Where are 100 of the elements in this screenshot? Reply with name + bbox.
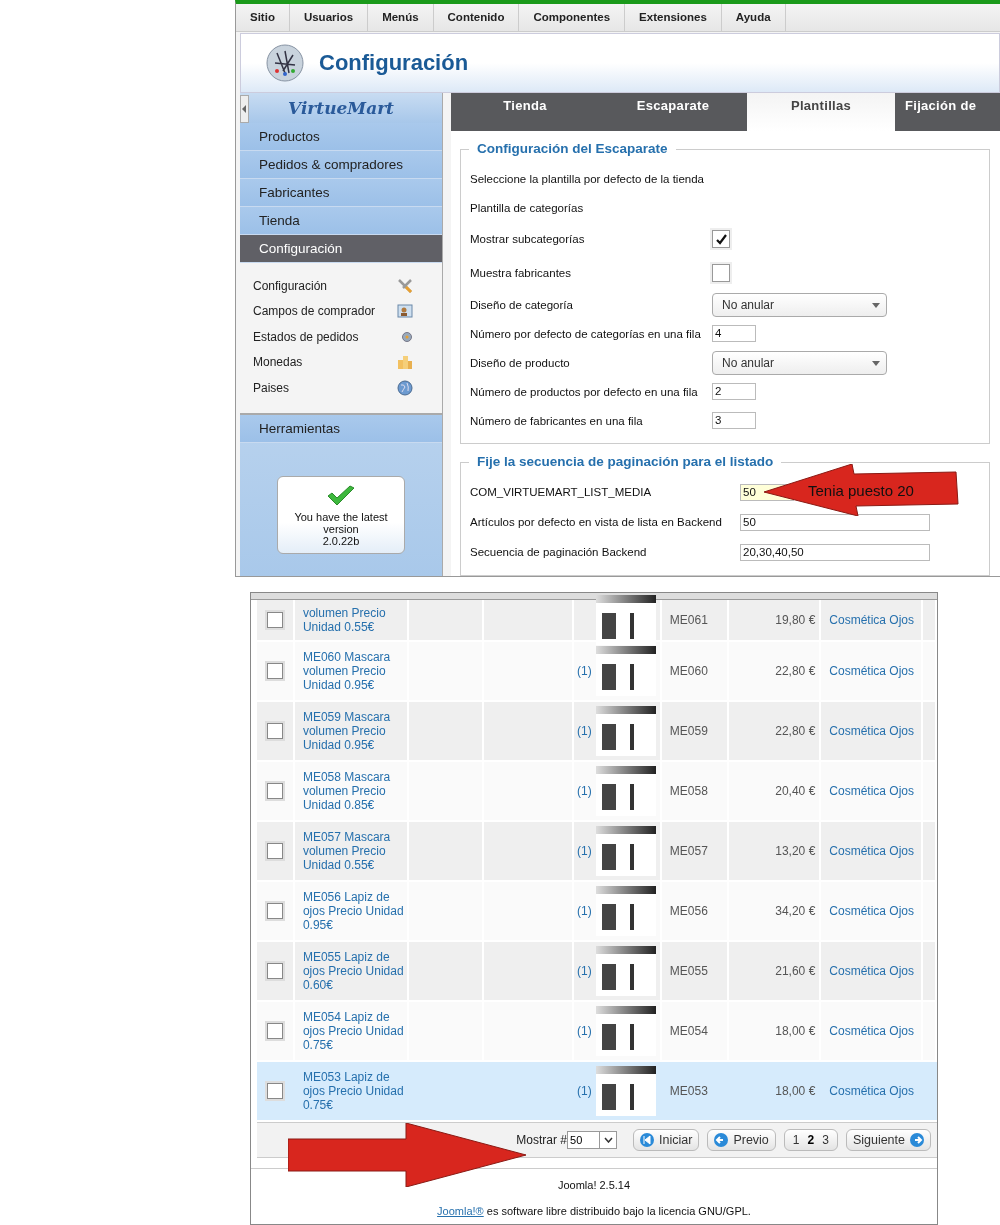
- row-checkbox[interactable]: [266, 1023, 283, 1039]
- tab[interactable]: Tienda: [451, 93, 599, 131]
- tab[interactable]: Plantillas: [747, 93, 895, 131]
- sidebar-link[interactable]: Configuración: [253, 278, 328, 293]
- row-checkbox[interactable]: [266, 612, 283, 628]
- table-row[interactable]: ME054 Lapiz de ojos Precio Unidad 0.75€ (1) ME054 18,00 € Cosmética Ojos: [257, 1002, 937, 1062]
- field-label: Número de fabricantes en una fila: [470, 414, 644, 427]
- row-checkbox[interactable]: [266, 783, 283, 799]
- photo-placeholder: [595, 1006, 656, 1056]
- next-page-button[interactable]: Siguiente: [845, 1129, 931, 1151]
- field-label: COM_VIRTUEMART_LIST_MEDIA: [470, 486, 653, 498]
- input-field[interactable]: 20,30,40,50: [740, 543, 930, 561]
- page-number[interactable]: 2: [807, 1133, 815, 1147]
- version-message: You have the latest version: [293, 510, 389, 535]
- globe-icon: [397, 379, 413, 396]
- table-row[interactable]: ME055 Lapiz de ojos Precio Unidad 0.60€ (1) ME055 21,60 € Cosmética Ojos: [257, 942, 937, 1002]
- media-count-link[interactable]: (1): [577, 784, 592, 798]
- menu-item[interactable]: Usuarios: [289, 4, 369, 31]
- table-row[interactable]: volumen Precio Unidad 0.55€ ME061 19,80 € Cosmética Ojos: [257, 600, 937, 642]
- table-row[interactable]: ME060 Mascara volumen Precio Unidad 0.95€ (1) ME060 22,80 € Cosmética Ojos: [257, 642, 937, 702]
- first-page-button[interactable]: Iniciar: [633, 1129, 700, 1151]
- field-label: Artículos por defecto en vista de lista en Backend: [470, 516, 723, 528]
- sku-text: ME055: [669, 964, 708, 978]
- sku-text: ME057: [669, 844, 708, 858]
- input-field[interactable]: 4: [712, 325, 756, 342]
- photo-placeholder: [595, 946, 656, 996]
- network-globe-icon: [265, 43, 305, 83]
- input-field[interactable]: 2: [712, 383, 756, 400]
- page-number[interactable]: 3: [822, 1133, 829, 1147]
- sidebar-section[interactable]: Herramientas: [240, 414, 442, 443]
- tab[interactable]: Escaparate: [599, 93, 747, 131]
- media-count-link[interactable]: (1): [577, 1084, 592, 1098]
- checkbox[interactable]: [712, 230, 730, 248]
- limit-dropdown[interactable]: 50: [567, 1131, 618, 1149]
- collapse-handle[interactable]: [240, 95, 249, 123]
- photo-placeholder: [595, 646, 656, 696]
- annotation-text: Tenia puesto 20: [808, 482, 914, 499]
- version-number: 2.0.22b: [322, 534, 360, 547]
- row-checkbox[interactable]: [266, 1083, 283, 1099]
- previous-page-button[interactable]: Previo: [707, 1129, 776, 1151]
- price-text: 18,00 €: [775, 1084, 816, 1098]
- sidebar-section[interactable]: Fabricantes: [240, 179, 442, 207]
- sku-text: ME060: [669, 664, 708, 678]
- fieldset-legend: Configuración del Escaparate: [469, 141, 676, 156]
- photo-placeholder: [595, 826, 656, 876]
- sku-text: ME053: [669, 1084, 708, 1098]
- sidebar-section[interactable]: Tienda: [240, 207, 442, 235]
- media-count-link[interactable]: (1): [577, 664, 592, 678]
- input-field[interactable]: 50: [740, 513, 930, 531]
- dropdown[interactable]: No anular: [712, 350, 887, 375]
- table-row[interactable]: ME058 Mascara volumen Precio Unidad 0.85€ (1) ME058 20,40 € Cosmética Ojos: [257, 762, 937, 822]
- sku-text: ME054: [669, 1024, 708, 1038]
- sidebar-link[interactable]: Monedas: [253, 355, 303, 370]
- sidebar-link[interactable]: Paises: [253, 380, 290, 395]
- sidebar-section[interactable]: Pedidos & compradores: [240, 151, 442, 179]
- joomla-link[interactable]: Joomla!®: [437, 1205, 484, 1217]
- price-text: 19,80 €: [775, 613, 816, 627]
- menu-item[interactable]: Menús: [368, 4, 434, 31]
- limit-label: Mostrar #: [516, 1133, 568, 1147]
- field-label: Diseño de categoría: [470, 298, 574, 311]
- row-checkbox[interactable]: [266, 723, 283, 739]
- version-text: Joomla! 2.5.14: [557, 1179, 631, 1191]
- menu-item[interactable]: Sitio: [236, 4, 290, 31]
- dropdown[interactable]: No anular: [712, 292, 887, 317]
- sidebar-link[interactable]: Estados de pedidos: [253, 329, 359, 344]
- photo-placeholder: [595, 706, 656, 756]
- menu-item[interactable]: Ayuda: [721, 4, 786, 31]
- arrow-left-icon: [714, 1133, 729, 1147]
- table-row[interactable]: ME059 Mascara volumen Precio Unidad 0.95€ (1) ME059 22,80 € Cosmética Ojos: [257, 702, 937, 762]
- checkbox[interactable]: [712, 264, 730, 282]
- table-row[interactable]: ME057 Mascara volumen Precio Unidad 0.55€ (1) ME057 13,20 € Cosmética Ojos: [257, 822, 937, 882]
- sidebar-section[interactable]: Productos: [240, 123, 442, 151]
- gear-icon: [401, 330, 413, 343]
- page-number[interactable]: 1: [792, 1133, 800, 1147]
- media-count-link[interactable]: (1): [577, 964, 592, 978]
- media-count-link[interactable]: (1): [577, 904, 592, 918]
- table-row[interactable]: ME056 Lapiz de ojos Precio Unidad 0.95€ (1) ME056 34,20 € Cosmética Ojos: [257, 882, 937, 942]
- menu-item[interactable]: Componentes: [519, 4, 626, 31]
- menu-item[interactable]: Extensiones: [625, 4, 722, 31]
- price-text: 20,40 €: [775, 784, 816, 798]
- row-checkbox[interactable]: [266, 663, 283, 679]
- field-label: Número de productos por defecto en una fila: [470, 385, 699, 398]
- user-card-icon: [397, 303, 413, 320]
- tab[interactable]: Fijación de: [895, 93, 981, 131]
- table-row[interactable]: ME053 Lapiz de ojos Precio Unidad 0.75€ (1) ME053 18,00 € Cosmética Ojos: [257, 1062, 937, 1122]
- sidebar-section[interactable]: Configuración: [240, 235, 442, 263]
- category-link[interactable]: Cosmética Ojos: [829, 1084, 914, 1098]
- coins-icon: [397, 354, 413, 371]
- photo-placeholder: [595, 886, 656, 936]
- menu-item[interactable]: Contenido: [433, 4, 520, 31]
- media-count-link[interactable]: (1): [577, 1024, 592, 1038]
- sidebar-link[interactable]: Campos de comprador: [253, 304, 376, 319]
- row-checkbox[interactable]: [266, 903, 283, 919]
- row-checkbox[interactable]: [266, 843, 283, 859]
- page-title: Configuración: [319, 50, 469, 76]
- product-link[interactable]: ME053 Lapiz de ojos Precio Unidad 0.75€: [302, 1070, 407, 1112]
- row-checkbox[interactable]: [266, 963, 283, 979]
- media-count-link[interactable]: (1): [577, 724, 592, 738]
- input-field[interactable]: 3: [712, 412, 756, 429]
- media-count-link[interactable]: (1): [577, 844, 592, 858]
